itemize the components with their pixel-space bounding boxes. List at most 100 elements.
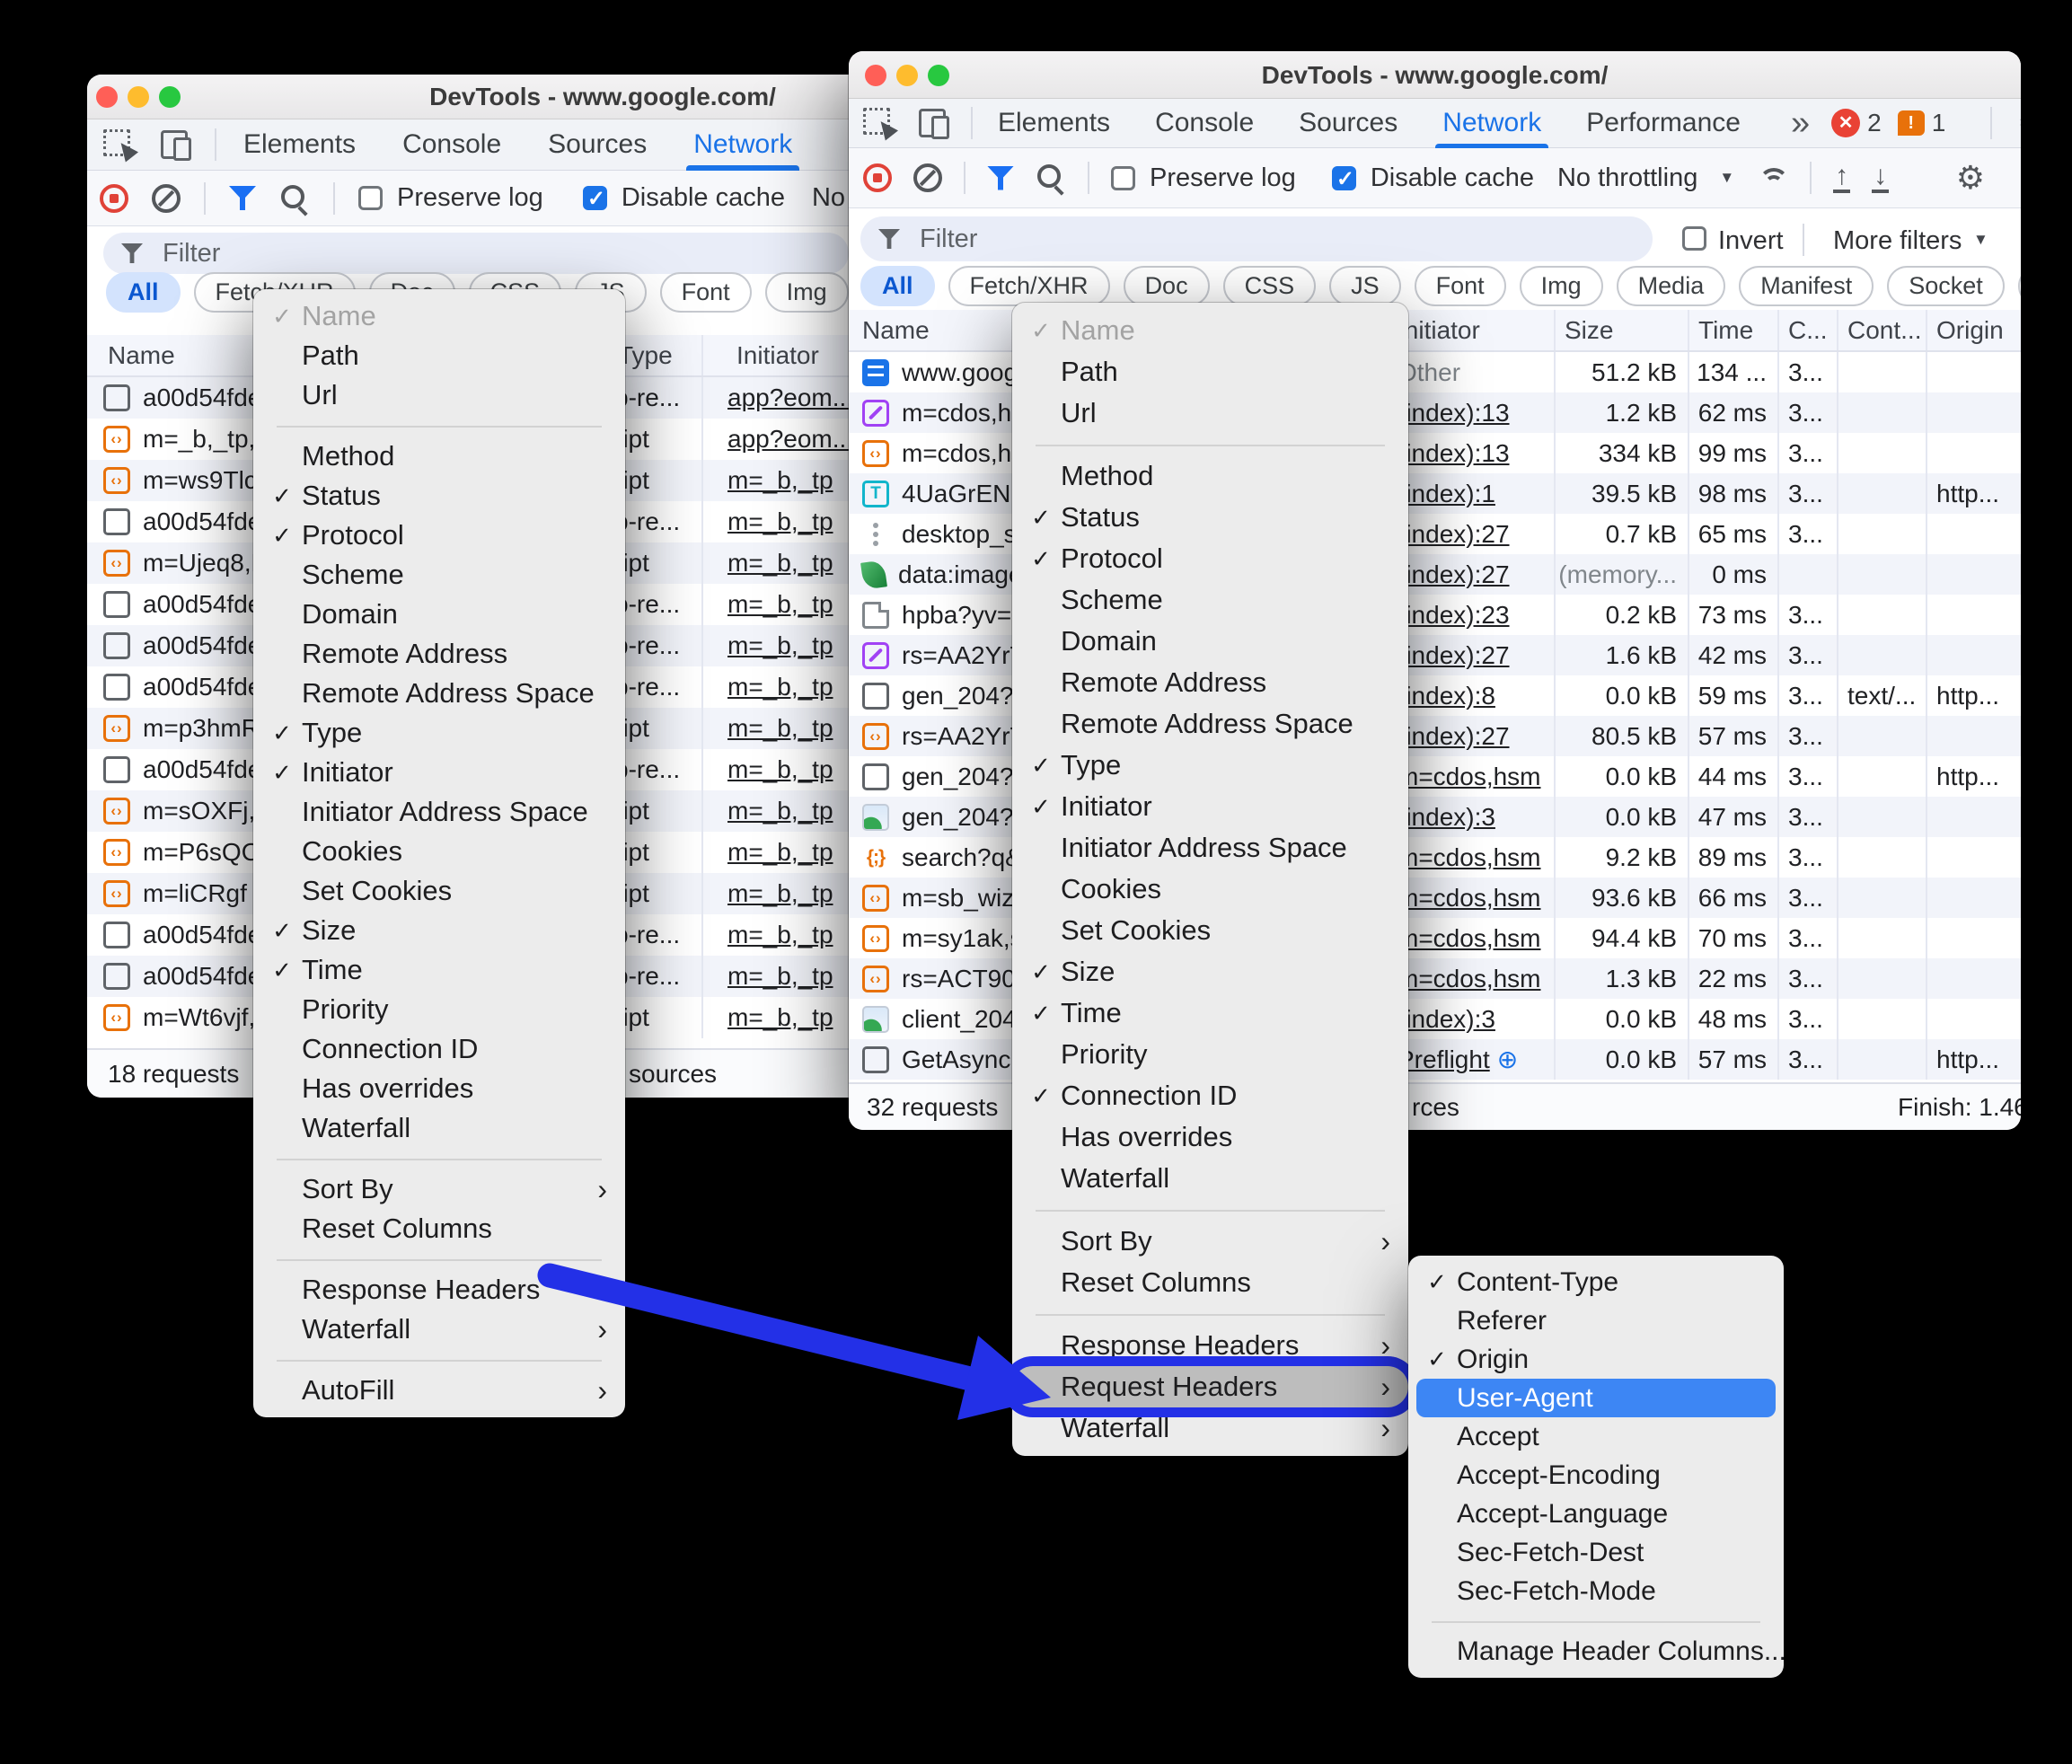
request-initiator[interactable]: m=_b,_tp	[727, 838, 833, 867]
column-header-connection-id[interactable]: Time	[1689, 310, 1779, 350]
context-menu-item[interactable]: ✓ Initiator	[1012, 786, 1408, 827]
request-initiator[interactable]: (index):27	[1397, 560, 1510, 589]
filter-chip[interactable]: Doc	[1124, 266, 1210, 306]
filter-input[interactable]: Filter	[103, 233, 849, 274]
request-initiator[interactable]: (index):13	[1397, 399, 1510, 428]
context-menu-item[interactable]: Initiator Address Space	[253, 792, 625, 832]
filter-toggle-icon[interactable]	[987, 166, 1014, 190]
search-icon[interactable]	[279, 183, 310, 214]
context-menu-item[interactable]: Url	[1012, 392, 1408, 434]
context-menu-item[interactable]: Remote Address	[253, 634, 625, 674]
submenu-item[interactable]: Manage Header Columns...	[1408, 1632, 1784, 1671]
request-initiator[interactable]: m=cdos,hsm	[1397, 843, 1541, 872]
submenu-item[interactable]: Sec-Fetch-Mode	[1408, 1572, 1784, 1610]
context-menu-item[interactable]: Url	[253, 375, 625, 415]
disable-cache-checkbox[interactable]	[1332, 166, 1356, 190]
context-menu-item[interactable]: Request Headers ›	[1012, 1366, 1408, 1407]
request-initiator[interactable]: m=_b,_tp	[727, 466, 833, 495]
context-menu-item[interactable]: ✓ Time	[1012, 992, 1408, 1034]
context-menu-item[interactable]: Has overrides	[1012, 1116, 1408, 1158]
request-initiator[interactable]: m=cdos,hsm	[1397, 965, 1541, 993]
context-menu-item[interactable]: ✓ Type	[253, 713, 625, 753]
export-har-icon[interactable]: ↓	[1872, 163, 1889, 193]
request-initiator[interactable]: app?eom...	[727, 425, 853, 454]
request-initiator[interactable]: (index):8	[1397, 682, 1495, 710]
context-menu-item[interactable]: ✓ Protocol	[1012, 538, 1408, 579]
context-menu-item[interactable]: Priority	[1012, 1034, 1408, 1075]
request-initiator[interactable]: m=_b,_tp	[727, 921, 833, 949]
submenu-item[interactable]: Referer	[1408, 1301, 1784, 1340]
context-menu-item[interactable]: ✓ Size	[253, 911, 625, 950]
filter-chip[interactable]: Wasm	[2018, 266, 2021, 306]
context-menu-item[interactable]: Waterfall	[1012, 1158, 1408, 1199]
request-initiator[interactable]: m=cdos,hsm	[1397, 763, 1541, 791]
record-icon[interactable]	[100, 184, 128, 213]
context-menu-item[interactable]: Path	[253, 336, 625, 375]
clear-icon[interactable]	[152, 184, 181, 213]
filter-chip[interactable]: Media	[1617, 266, 1726, 306]
context-menu-item[interactable]: ✓ Name	[1012, 310, 1408, 351]
filter-input[interactable]: Filter	[860, 216, 1653, 261]
context-menu-item[interactable]: Domain	[253, 595, 625, 634]
context-menu-item[interactable]: Remote Address	[1012, 662, 1408, 703]
context-menu-item[interactable]: Sort By ›	[1012, 1221, 1408, 1262]
context-menu-item[interactable]: Cookies	[1012, 869, 1408, 910]
network-settings-gear-icon[interactable]: ⚙	[1956, 162, 1985, 194]
context-menu-item[interactable]	[1012, 1199, 1408, 1221]
context-menu-item[interactable]: Path	[1012, 351, 1408, 392]
context-menu-item[interactable]: Connection ID	[253, 1029, 625, 1069]
request-initiator[interactable]: m=_b,_tp	[727, 714, 833, 743]
context-menu-item[interactable]: ✓ Status	[253, 476, 625, 516]
throttling-caret-icon[interactable]: ▼	[1719, 169, 1734, 187]
context-menu-item[interactable]	[1012, 1303, 1408, 1325]
submenu-item[interactable]: ✓ Content-Type	[1408, 1263, 1784, 1301]
preserve-log-label[interactable]: Preserve log	[397, 183, 543, 213]
filter-chip[interactable]: JS	[1329, 266, 1401, 306]
request-initiator[interactable]: m=_b,_tp	[727, 797, 833, 825]
search-icon[interactable]	[1036, 163, 1066, 193]
throttling-select[interactable]: No throttling	[1557, 163, 1697, 193]
context-menu-item[interactable]: Reset Columns	[253, 1209, 625, 1248]
context-menu-item[interactable]: Method	[253, 437, 625, 476]
filter-chip[interactable]: Manifest	[1739, 266, 1874, 306]
clear-icon[interactable]	[913, 163, 942, 192]
context-menu-item[interactable]	[253, 1349, 625, 1371]
context-menu-item[interactable]: Response Headers ›	[253, 1270, 625, 1310]
context-menu-item[interactable]: ✓ Time	[253, 950, 625, 990]
settings-gear-icon[interactable]: ⚙	[2017, 107, 2021, 139]
context-menu-item[interactable]: ✓ Type	[1012, 745, 1408, 786]
panel-tab[interactable]: Sources	[1299, 108, 1397, 138]
context-menu-item[interactable]: Scheme	[1012, 579, 1408, 621]
request-initiator[interactable]: m=_b,_tp	[727, 962, 833, 991]
context-menu-item[interactable]: Sort By ›	[253, 1169, 625, 1209]
device-toolbar-icon[interactable]	[161, 130, 188, 159]
request-initiator[interactable]: (index):1	[1397, 480, 1495, 508]
preserve-log-label[interactable]: Preserve log	[1150, 163, 1296, 193]
column-header-initiator[interactable]: Initiator	[1388, 310, 1556, 350]
filter-chip[interactable]: All	[106, 272, 181, 313]
submenu-item[interactable]: Accept-Encoding	[1408, 1456, 1784, 1495]
request-initiator[interactable]: app?eom...	[727, 384, 853, 412]
more-filters-caret-icon[interactable]: ▼	[1973, 231, 1988, 249]
disable-cache-label[interactable]: Disable cache	[1371, 163, 1534, 193]
request-initiator[interactable]: m=_b,_tp	[727, 507, 833, 536]
column-header-origin[interactable]: Origin	[1927, 310, 2021, 350]
network-conditions-icon[interactable]	[1756, 164, 1788, 191]
submenu-item[interactable]: Sec-Fetch-Dest	[1408, 1533, 1784, 1572]
context-menu-item[interactable]: Waterfall	[253, 1108, 625, 1148]
preserve-log-checkbox[interactable]	[358, 186, 383, 210]
context-menu-item[interactable]: AutoFill ›	[253, 1371, 625, 1410]
request-initiator[interactable]: Preflight	[1397, 1045, 1490, 1074]
panel-tab[interactable]: Elements	[243, 129, 356, 160]
context-menu-item[interactable]: Has overrides	[253, 1069, 625, 1108]
panel-tab[interactable]: Network	[693, 129, 792, 160]
context-menu-item[interactable]: Remote Address Space	[1012, 703, 1408, 745]
filter-chip[interactable]: Img	[765, 272, 849, 313]
filter-toggle-icon[interactable]	[229, 186, 256, 210]
request-initiator[interactable]: m=cdos,hsm	[1397, 924, 1541, 953]
request-initiator[interactable]: m=_b,_tp	[727, 549, 833, 578]
request-initiator[interactable]: m=_b,_tp	[727, 755, 833, 784]
disable-cache-checkbox[interactable]	[583, 186, 607, 210]
submenu-item[interactable]: User-Agent	[1416, 1379, 1776, 1417]
context-menu-item[interactable]: Domain	[1012, 621, 1408, 662]
